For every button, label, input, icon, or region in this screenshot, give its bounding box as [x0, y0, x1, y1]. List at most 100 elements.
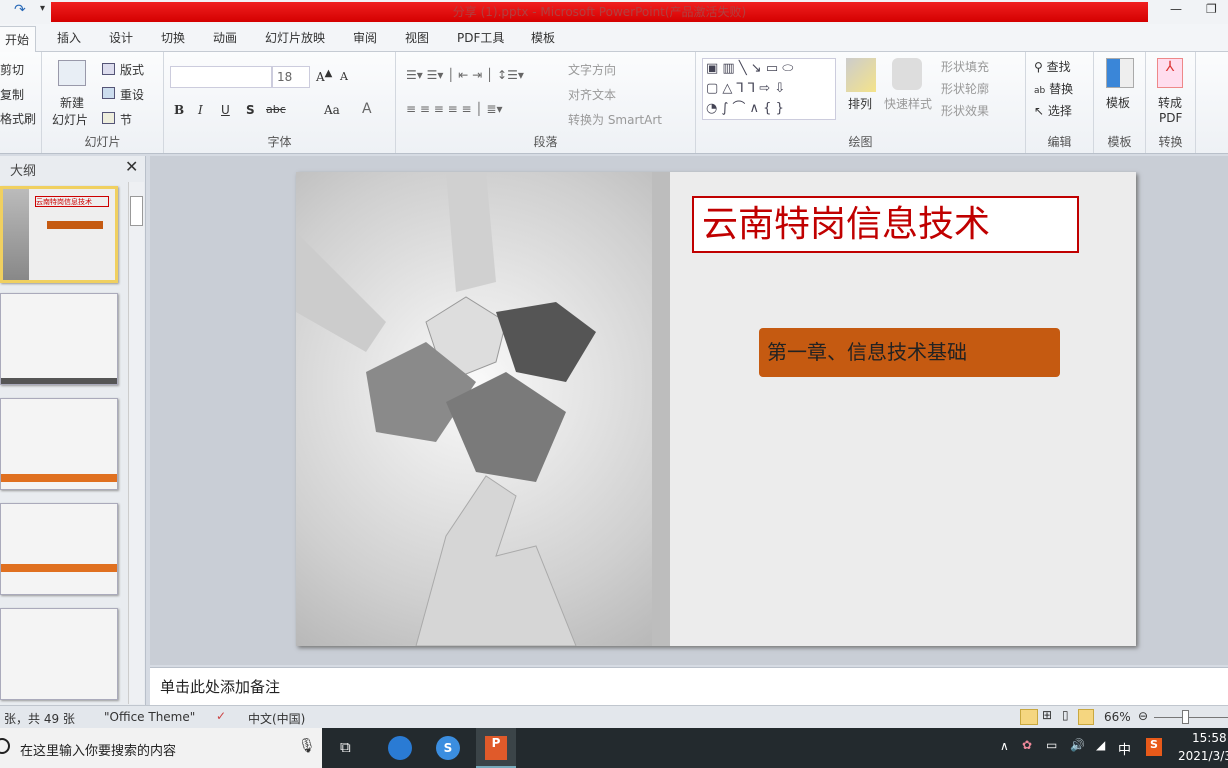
arrange-button[interactable]: 排列	[848, 95, 872, 112]
slide-canvas[interactable]: 云南特岗信息技术 第一章、信息技术基础	[296, 172, 1136, 647]
group-slides: 新建 幻灯片 版式 重设 节 幻灯片	[42, 52, 164, 153]
find-button[interactable]: ⚲ 查找	[1034, 58, 1071, 75]
battery-icon[interactable]: ▭	[1046, 738, 1057, 752]
text-direction-button[interactable]: 文字方向	[568, 61, 616, 78]
slideshow-icon[interactable]	[1078, 709, 1094, 725]
microphone-icon[interactable]: 🎙	[298, 738, 316, 754]
align-text-button[interactable]: 对齐文本	[568, 86, 616, 103]
shape-fill-button[interactable]: 形状填充	[941, 58, 989, 75]
select-button[interactable]: ↖ 选择	[1034, 102, 1072, 119]
align-icons[interactable]: ≡ ≡ ≡ ≡ ≡ │ ≣▾	[406, 102, 502, 116]
clock-date[interactable]: 2021/3/3	[1178, 749, 1228, 763]
restore-button[interactable]: ❐	[1206, 2, 1217, 16]
tab-design[interactable]: 设计	[109, 29, 133, 46]
slide-title-box[interactable]: 云南特岗信息技术	[692, 196, 1079, 253]
normal-view-icon[interactable]	[1020, 709, 1038, 725]
bullets-icon[interactable]: ☰▾ ☰▾ │ ⇤ ⇥ │ ↕☰▾	[406, 68, 524, 82]
zoom-level[interactable]: 66%	[1104, 710, 1131, 724]
font-size-select[interactable]: 18	[272, 66, 310, 88]
strikethrough-button[interactable]: abc	[266, 103, 286, 116]
taskbar: 在这里输入你要搜索的内容 🎙 ⧉ S P ∧ ✿ ▭ 🔊 ◢ 中 S 15:58…	[0, 728, 1228, 768]
font-name-select[interactable]	[170, 66, 272, 88]
template-button[interactable]: 模板	[1106, 94, 1130, 111]
language[interactable]: 中文(中国)	[248, 710, 305, 727]
wifi-icon[interactable]: ◢	[1096, 738, 1105, 752]
slide-sorter-icon[interactable]: ⊞	[1042, 708, 1052, 722]
redo-icon[interactable]: ↷	[14, 2, 26, 18]
shape-effects-button[interactable]: 形状效果	[941, 102, 989, 119]
tab-review[interactable]: 审阅	[353, 29, 377, 46]
zoom-out-icon[interactable]: ⊖	[1138, 709, 1148, 723]
group-convert: ⅄ 转成 PDF 转换	[1146, 52, 1196, 153]
convert-pdf-button[interactable]: 转成	[1158, 94, 1182, 111]
status-bar: 张，共 49 张 "Office Theme" ✓ 中文(中国) ⊞ ▯ 66%…	[0, 705, 1228, 728]
slide-thumbnail-2[interactable]	[0, 293, 118, 385]
zoom-slider-thumb[interactable]	[1182, 710, 1189, 724]
layout-icon	[102, 63, 115, 75]
new-slide-button[interactable]: 新建	[60, 94, 84, 111]
new-slide-dropdown[interactable]: 幻灯片	[52, 111, 88, 128]
window-title: 分享 (1).pptx - Microsoft PowerPoint(产品激活失…	[51, 2, 1148, 22]
reading-view-icon[interactable]: ▯	[1062, 708, 1069, 722]
tab-outline[interactable]: 大纲	[10, 160, 36, 179]
clock-time[interactable]: 15:58	[1192, 731, 1227, 745]
underline-button[interactable]: U	[221, 103, 230, 117]
tab-templates[interactable]: 模板	[531, 29, 555, 46]
ime-indicator[interactable]: 中	[1118, 739, 1131, 758]
theme-name[interactable]: "Office Theme"	[104, 710, 195, 724]
shapes-gallery[interactable]: ▣ ▥ ╲ ↘ ▭ ⬭ ▢ △ ⅂ ⅂ ⇨ ⇩ ◔ ∫ ⌒ ∧ { }	[702, 58, 836, 120]
tab-slideshow[interactable]: 幻灯片放映	[265, 29, 325, 46]
replace-label: 替换	[1049, 82, 1074, 96]
change-case-button[interactable]: Aa	[324, 103, 340, 117]
task-view-icon[interactable]: ⧉	[340, 738, 351, 756]
volume-icon[interactable]: 🔊	[1070, 738, 1085, 752]
convert-smartart-button[interactable]: 转换为 SmartArt	[568, 111, 662, 128]
tab-pdf-tools[interactable]: PDF工具	[457, 29, 504, 46]
quick-styles-button[interactable]: 快速样式	[884, 95, 932, 112]
format-painter-button[interactable]: 格式刷	[0, 110, 36, 127]
sogou-ime-icon[interactable]: S	[1146, 738, 1162, 756]
close-panel-icon[interactable]: ✕	[125, 157, 138, 176]
tab-insert[interactable]: 插入	[57, 29, 81, 46]
tray-expand-icon[interactable]: ∧	[1000, 739, 1009, 753]
search-box[interactable]: 在这里输入你要搜索的内容 🎙	[0, 728, 322, 768]
slide-subtitle-box[interactable]: 第一章、信息技术基础	[759, 328, 1060, 377]
cut-button[interactable]: 剪切	[0, 61, 24, 78]
replace-button[interactable]: ab 替换	[1034, 80, 1073, 97]
tab-transitions[interactable]: 切换	[161, 29, 185, 46]
layout-button[interactable]: 版式	[120, 61, 144, 78]
reset-button[interactable]: 重设	[120, 86, 144, 103]
powerpoint-taskbar-button[interactable]: P	[476, 728, 516, 768]
shape-outline-button[interactable]: 形状轮廓	[941, 80, 989, 97]
grow-font-icon[interactable]: A▲	[316, 68, 332, 84]
sogou-icon[interactable]: S	[436, 736, 460, 760]
arrange-icon	[846, 58, 876, 92]
tab-animations[interactable]: 动画	[213, 29, 237, 46]
shadow-button[interactable]: S	[246, 103, 255, 117]
zoom-slider[interactable]	[1154, 717, 1228, 718]
group-editing: ⚲ 查找 ab 替换 ↖ 选择 编辑	[1026, 52, 1094, 153]
section-button[interactable]: 节	[120, 111, 132, 128]
tab-view[interactable]: 视图	[405, 29, 429, 46]
minimize-button[interactable]: —	[1170, 2, 1182, 16]
find-label: 查找	[1046, 60, 1071, 74]
slide-thumbnail-1[interactable]: 云南特岗信息技术	[0, 186, 118, 283]
group-label: 转换	[1158, 135, 1183, 149]
panel-scrollbar[interactable]	[128, 182, 144, 704]
convert-pdf-button-line2[interactable]: PDF	[1159, 111, 1182, 125]
notes-pane[interactable]: 单击此处添加备注	[150, 667, 1228, 705]
italic-button[interactable]: I	[198, 103, 203, 117]
customize-qat-icon[interactable]: ▾	[40, 3, 45, 14]
shrink-font-icon[interactable]: A	[340, 70, 348, 83]
browser-icon[interactable]	[388, 736, 412, 760]
tab-home[interactable]: 开始	[0, 26, 37, 53]
copy-button[interactable]: 复制	[0, 86, 24, 103]
slide-thumbnail-3[interactable]	[0, 398, 118, 490]
spellcheck-icon[interactable]: ✓	[216, 709, 226, 723]
slide-thumbnail-5[interactable]	[0, 608, 118, 700]
font-color-button[interactable]: A	[362, 101, 372, 117]
bold-button[interactable]: B	[174, 103, 184, 117]
group-label: 编辑	[1047, 135, 1072, 149]
tray-app-icon[interactable]: ✿	[1022, 738, 1032, 752]
slide-thumbnail-4[interactable]	[0, 503, 118, 595]
